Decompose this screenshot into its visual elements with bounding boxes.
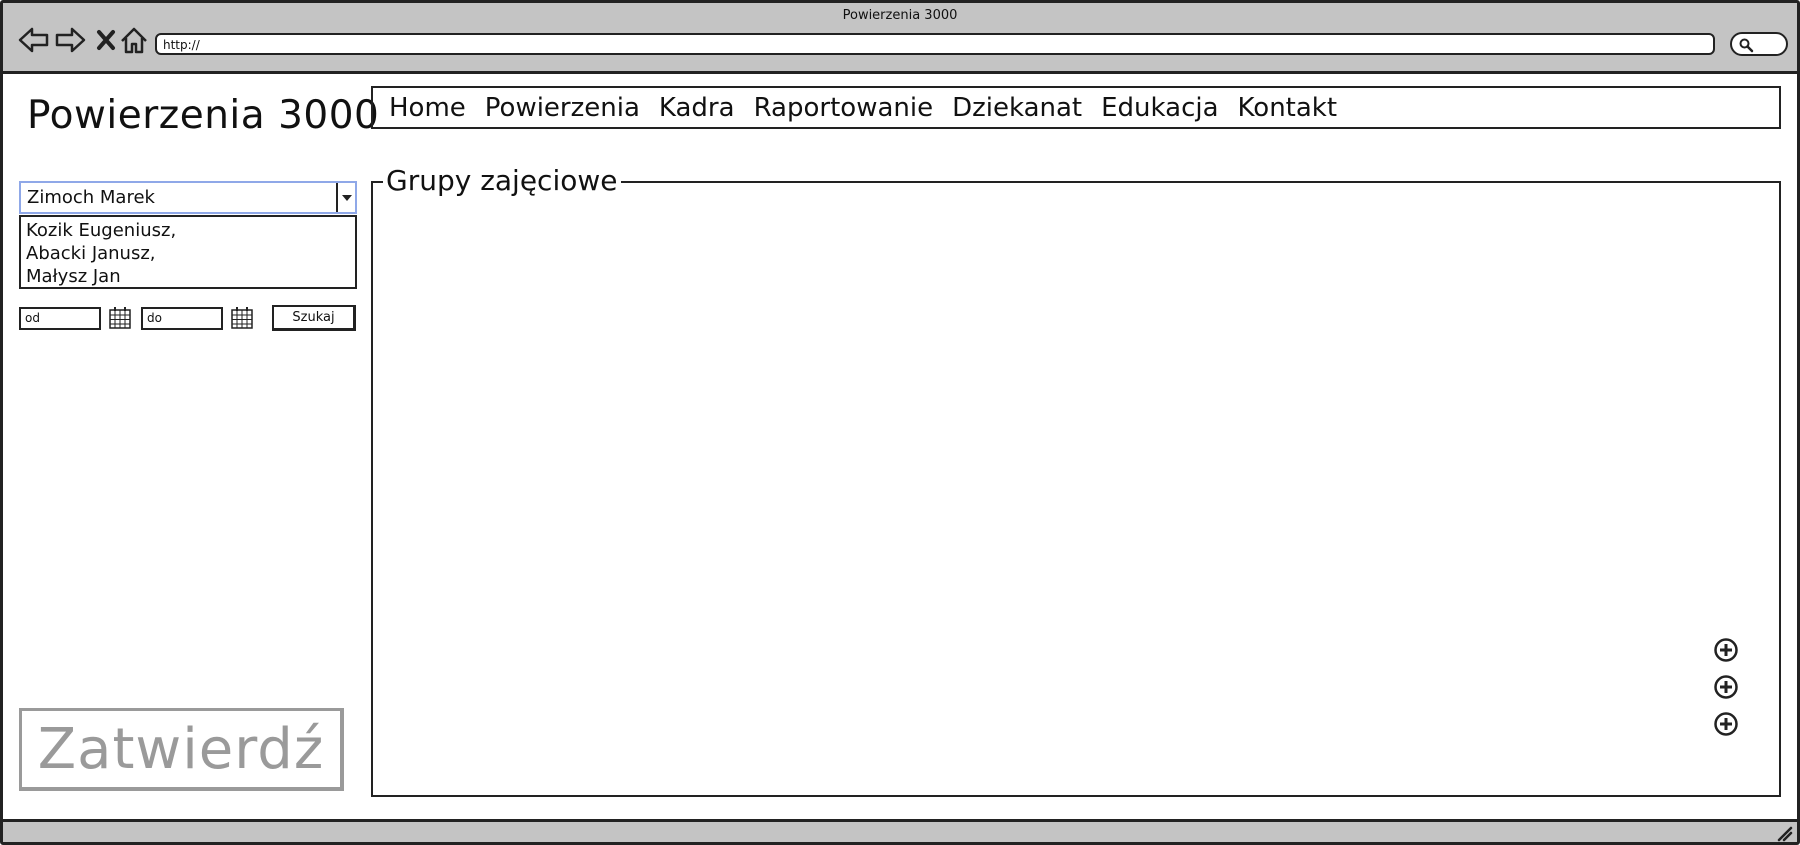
url-bar[interactable]: http://: [155, 33, 1715, 55]
combobox-value: Zimoch Marek: [27, 187, 155, 208]
menu-item-home[interactable]: Home: [389, 93, 466, 123]
status-bar: [3, 819, 1797, 842]
menu-item-powierzenia[interactable]: Powierzenia: [485, 93, 640, 123]
list-item[interactable]: Kozik Eugeniusz,: [26, 219, 350, 242]
calendar-icon[interactable]: [108, 306, 132, 330]
search-button[interactable]: Szukaj: [272, 305, 356, 331]
menu-item-raportowanie[interactable]: Raportowanie: [754, 93, 934, 123]
groups-panel: [371, 181, 1781, 797]
app-title: Powierzenia 3000: [27, 93, 380, 138]
browser-chrome: Powierzenia 3000 http://: [3, 3, 1797, 74]
forward-arrow-icon[interactable]: [53, 23, 87, 57]
back-arrow-icon[interactable]: [17, 23, 51, 57]
groups-panel-title: Grupy zajęciowe: [383, 164, 621, 197]
menu-item-dziekanat[interactable]: Dziekanat: [952, 93, 1082, 123]
main-menu: Home Powierzenia Kadra Raportowanie Dzie…: [371, 86, 1781, 129]
resize-grip-icon[interactable]: [1775, 824, 1793, 842]
browser-search-field[interactable]: [1730, 32, 1788, 56]
chevron-down-icon[interactable]: [336, 183, 355, 212]
menu-item-edukacja[interactable]: Edukacja: [1101, 93, 1218, 123]
add-circle-icon[interactable]: [1713, 711, 1739, 737]
browser-window: Powierzenia 3000 http:// Powierzenia 300…: [0, 0, 1800, 845]
menu-item-kontakt[interactable]: Kontakt: [1238, 93, 1338, 123]
confirm-button[interactable]: Zatwierdź: [19, 708, 344, 791]
list-item[interactable]: Małysz Jan: [26, 265, 350, 288]
add-circle-icon[interactable]: [1713, 637, 1739, 663]
home-icon[interactable]: [117, 23, 151, 57]
staff-combobox[interactable]: Zimoch Marek: [19, 181, 357, 214]
add-circle-icon[interactable]: [1713, 674, 1739, 700]
date-from-input[interactable]: od: [19, 307, 101, 330]
calendar-icon[interactable]: [230, 306, 254, 330]
list-item[interactable]: Abacki Janusz,: [26, 242, 350, 265]
menu-item-kadra[interactable]: Kadra: [659, 93, 735, 123]
staff-listbox[interactable]: Kozik Eugeniusz, Abacki Janusz, Małysz J…: [19, 215, 357, 289]
date-to-input[interactable]: do: [141, 307, 223, 330]
window-title: Powierzenia 3000: [842, 8, 958, 23]
search-icon: [1739, 38, 1754, 53]
